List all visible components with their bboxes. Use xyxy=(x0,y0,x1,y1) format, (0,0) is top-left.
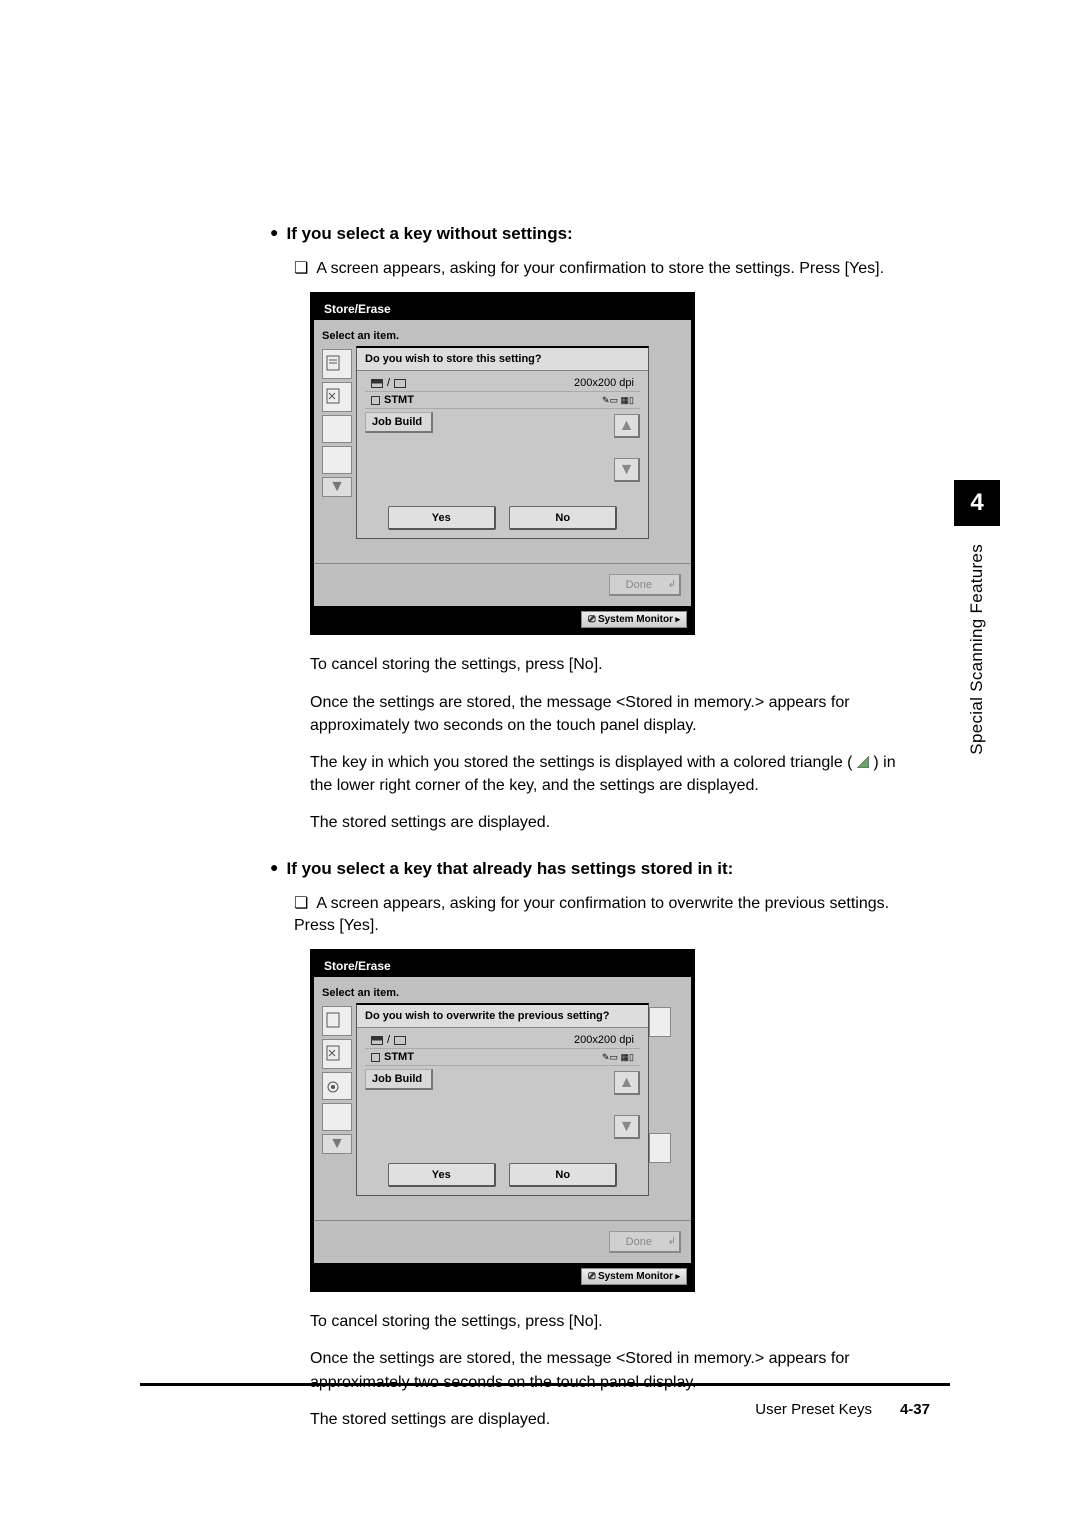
left-preset-col: ▼ xyxy=(320,1003,358,1157)
bw-icon xyxy=(371,1036,383,1045)
setting-row: STMT ✎▭ ▦▯ xyxy=(365,1049,640,1066)
return-icon: ↲ xyxy=(668,575,676,595)
dpi-value: 200x200 dpi xyxy=(574,377,634,389)
job-build-button[interactable]: Job Build xyxy=(365,412,433,433)
confirm-dialog: Do you wish to store this setting? / 200… xyxy=(356,346,649,539)
bw-icon xyxy=(371,379,383,388)
preset-slot[interactable] xyxy=(322,1103,352,1131)
dialog-inner: Select an item. ▼ Do xyxy=(314,977,691,1220)
format-icons: ✎▭ ▦▯ xyxy=(602,395,634,406)
stored-memory-text: Once the settings are stored, the messag… xyxy=(310,1347,920,1393)
cancel-no-text: To cancel storing the settings, press [N… xyxy=(310,1310,920,1333)
checkbox-icon xyxy=(371,1053,380,1062)
heading-no-settings: If you select a key without settings: xyxy=(270,224,920,244)
sysmon-bar: System Monitor xyxy=(314,1263,691,1288)
stmt-label: STMT xyxy=(384,1051,414,1063)
content-area: If you select a key without settings: A … xyxy=(270,200,920,1445)
right-preset-col xyxy=(649,1007,679,1167)
page: If you select a key without settings: A … xyxy=(0,0,1080,1528)
dialog-inner: Select an item. ▼ Do you wish to store t… xyxy=(314,320,691,563)
setting-row: / 200x200 dpi xyxy=(365,1032,640,1049)
confirm-prompt: Do you wish to overwrite the previous se… xyxy=(357,1005,648,1028)
footer-section: User Preset Keys xyxy=(755,1401,872,1418)
triangle-icon xyxy=(857,756,869,768)
preset-slot[interactable] xyxy=(322,349,352,379)
preset-slot[interactable] xyxy=(322,1072,352,1100)
instruction-overwrite-confirm: A screen appears, asking for your confir… xyxy=(294,893,920,938)
done-button[interactable]: Done↲ xyxy=(609,574,681,596)
footer-divider xyxy=(140,1383,950,1386)
system-monitor-button[interactable]: System Monitor xyxy=(581,1268,687,1285)
system-monitor-button[interactable]: System Monitor xyxy=(581,611,687,628)
dpi-value: 200x200 dpi xyxy=(574,1034,634,1046)
preset-slot[interactable] xyxy=(322,1039,352,1069)
dialog-title: Store/Erase xyxy=(314,953,691,977)
setting-row: / 200x200 dpi xyxy=(365,375,640,392)
side-tab: 4 Special Scanning Features xyxy=(954,480,1000,755)
bw-icon-2 xyxy=(394,379,406,388)
done-bar: Done↲ xyxy=(314,1220,691,1263)
chapter-label: Special Scanning Features xyxy=(967,544,987,755)
preset-slot[interactable] xyxy=(322,1006,352,1036)
scroll-down-icon[interactable]: ▼ xyxy=(322,477,352,497)
sysmon-bar: System Monitor xyxy=(314,606,691,631)
screenshot-overwrite: Store/Erase Select an item. ▼ xyxy=(310,949,695,1292)
preset-slot[interactable] xyxy=(322,446,352,474)
job-build-button[interactable]: Job Build xyxy=(365,1069,433,1090)
screenshot-store: Store/Erase Select an item. ▼ Do you wis… xyxy=(310,292,695,635)
stored-displayed-text: The stored settings are displayed. xyxy=(310,811,920,834)
instruction-store-confirm: A screen appears, asking for your confir… xyxy=(294,258,920,280)
scroll-up-icon[interactable]: ▲ xyxy=(614,1071,640,1095)
colored-triangle-text: The key in which you stored the settings… xyxy=(310,751,920,797)
chapter-number: 4 xyxy=(954,480,1000,526)
no-button[interactable]: No xyxy=(509,506,617,530)
setting-row: STMT ✎▭ ▦▯ xyxy=(365,392,640,409)
done-bar: Done↲ xyxy=(314,563,691,606)
scroll-up-icon[interactable]: ▲ xyxy=(614,414,640,438)
heading-has-settings: If you select a key that already has set… xyxy=(270,859,920,879)
bw-slash: / xyxy=(387,1034,390,1046)
preset-slot[interactable] xyxy=(322,415,352,443)
scroll-down-icon[interactable]: ▼ xyxy=(614,458,640,482)
confirm-prompt: Do you wish to store this setting? xyxy=(357,348,648,371)
format-icons: ✎▭ ▦▯ xyxy=(602,1052,634,1063)
preset-slot[interactable] xyxy=(322,382,352,412)
yes-button[interactable]: Yes xyxy=(388,506,496,530)
checkbox-icon xyxy=(371,396,380,405)
return-icon: ↲ xyxy=(668,1232,676,1252)
scroll-down-icon[interactable]: ▼ xyxy=(322,1134,352,1154)
page-number: 4-37 xyxy=(900,1401,930,1418)
select-item-text: Select an item. xyxy=(320,983,685,1003)
footer: User Preset Keys 4-37 xyxy=(755,1401,930,1418)
preset-slot-right[interactable] xyxy=(649,1133,671,1163)
stmt-label: STMT xyxy=(384,394,414,406)
confirm-dialog: Do you wish to overwrite the previous se… xyxy=(356,1003,649,1196)
bw-icon-2 xyxy=(394,1036,406,1045)
yes-button[interactable]: Yes xyxy=(388,1163,496,1187)
select-item-text: Select an item. xyxy=(320,326,685,346)
dialog-title: Store/Erase xyxy=(314,296,691,320)
cancel-no-text: To cancel storing the settings, press [N… xyxy=(310,653,920,676)
no-button[interactable]: No xyxy=(509,1163,617,1187)
stored-memory-text: Once the settings are stored, the messag… xyxy=(310,691,920,737)
done-button[interactable]: Done↲ xyxy=(609,1231,681,1253)
dialog-scrollers: ▲ ▼ xyxy=(614,1071,642,1159)
dialog-scrollers: ▲ ▼ xyxy=(614,414,642,502)
bw-slash: / xyxy=(387,377,390,389)
left-preset-col: ▼ xyxy=(320,346,358,500)
preset-slot-right[interactable] xyxy=(649,1007,671,1037)
scroll-down-icon[interactable]: ▼ xyxy=(614,1115,640,1139)
